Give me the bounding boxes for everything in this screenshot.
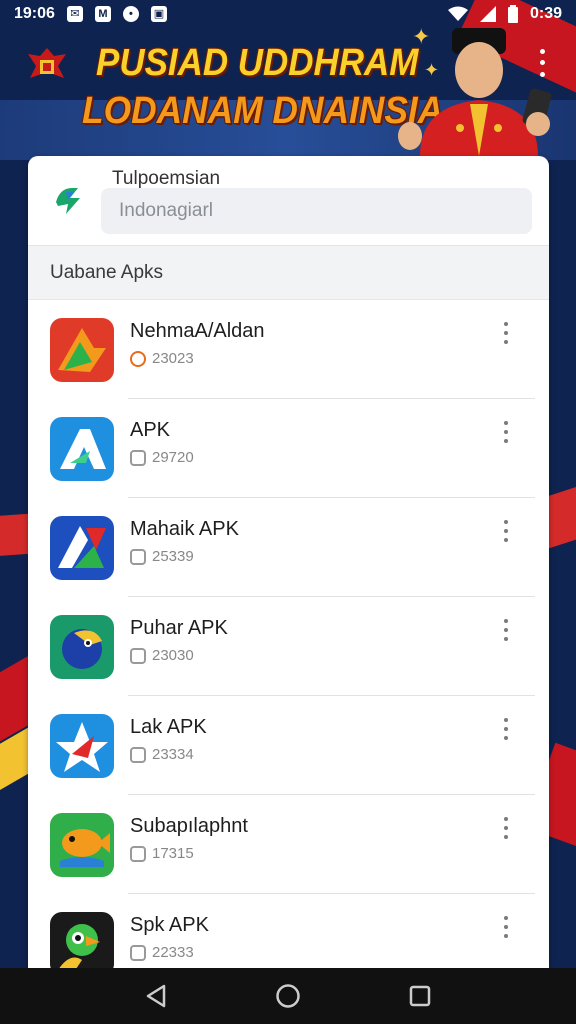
wifi-icon — [447, 6, 468, 21]
download-count-icon — [130, 944, 146, 961]
list-item[interactable]: Lak APK 23334 — [28, 696, 549, 795]
search-label: Tulpoemsian — [112, 168, 221, 189]
list-item[interactable]: Spk APK 22333 — [28, 894, 549, 968]
list-item[interactable]: Subapılaphnt 17315 — [28, 795, 549, 894]
app-meta: 25339 — [130, 548, 194, 565]
app-meta: 23023 — [130, 350, 194, 367]
app-meta-value: 23023 — [152, 350, 194, 367]
app-meta: 29720 — [130, 449, 194, 466]
item-more-button[interactable] — [498, 322, 514, 344]
home-icon — [276, 984, 300, 1008]
item-more-button[interactable] — [498, 619, 514, 641]
item-more-button[interactable] — [498, 520, 514, 542]
app-name: NehmaA/Aldan — [130, 320, 265, 342]
download-count-icon — [130, 746, 146, 763]
app-meta-value: 29720 — [152, 449, 194, 466]
parrot-icon — [50, 912, 114, 968]
section-title: Uabane Apks — [28, 246, 549, 300]
app-meta: 17315 — [130, 845, 194, 862]
chat-icon: • — [122, 6, 139, 22]
garuda-emblem-icon — [28, 48, 66, 78]
app-meta-value: 23334 — [152, 746, 194, 763]
list-item[interactable]: Puhar APK 23030 — [28, 597, 549, 696]
status-right-text: 0:39 — [529, 5, 562, 22]
search-input[interactable] — [101, 188, 532, 234]
app-meta: 23030 — [130, 647, 194, 664]
star-arrow-icon — [50, 714, 114, 778]
signal-icon — [479, 6, 496, 22]
red-orange-arrow-icon — [50, 318, 114, 382]
app-name: APK — [130, 419, 171, 441]
app-name: Spk APK — [130, 914, 209, 936]
list-item[interactable]: APK 29720 — [28, 399, 549, 498]
blue-red-arrow-icon — [50, 516, 114, 580]
status-time: 19:06 — [14, 5, 55, 22]
app-meta-value: 23030 — [152, 647, 194, 664]
recents-button[interactable] — [400, 976, 440, 1016]
app-name: Mahaik APK — [130, 518, 239, 540]
search-area: Tulpoemsian — [28, 156, 549, 246]
m-app-icon: M — [94, 6, 111, 22]
back-button[interactable] — [136, 976, 176, 1016]
app-header: PUSIAD UDDHRAM LODANAM DNAINSIA ✦ ✦ — [0, 24, 576, 156]
blue-arrow-icon — [50, 417, 114, 481]
navigation-bar — [0, 968, 576, 1024]
item-more-button[interactable] — [498, 421, 514, 443]
fish-icon — [50, 813, 114, 877]
gallery-icon: ▣ — [150, 6, 167, 22]
app-meta-value: 17315 — [152, 845, 194, 862]
app-meta-value: 22333 — [152, 944, 194, 961]
back-icon — [146, 984, 166, 1008]
app-list: NehmaA/Aldan 23023 APK 29720 Mahaik APK … — [28, 300, 549, 968]
download-count-icon — [130, 449, 146, 466]
header-title-line1: PUSIAD UDDHRAM — [96, 42, 419, 84]
item-more-button[interactable] — [498, 817, 514, 839]
app-meta: 23334 — [130, 746, 194, 763]
app-name: Puhar APK — [130, 617, 228, 639]
list-item[interactable]: Mahaik APK 25339 — [28, 498, 549, 597]
battery-icon — [507, 5, 518, 23]
app-meta-value: 25339 — [152, 548, 194, 565]
main-card: Tulpoemsian Uabane Apks NehmaA/Aldan 230… — [28, 156, 549, 968]
mail-icon: ✉ — [66, 6, 83, 22]
app-name: Subapılaphnt — [130, 815, 248, 837]
download-count-icon — [130, 548, 146, 565]
recents-icon — [409, 985, 431, 1007]
download-count-icon — [130, 845, 146, 862]
status-bar: 19:06 ✉ M • ▣ 0:39 — [0, 0, 576, 28]
download-count-icon — [130, 647, 146, 664]
item-more-button[interactable] — [498, 916, 514, 938]
home-button[interactable] — [268, 976, 308, 1016]
list-item[interactable]: NehmaA/Aldan 23023 — [28, 300, 549, 399]
download-count-icon — [130, 350, 146, 367]
item-more-button[interactable] — [498, 718, 514, 740]
more-options-button[interactable] — [532, 46, 552, 80]
app-logo-icon — [52, 184, 84, 216]
bird-icon — [50, 615, 114, 679]
app-name: Lak APK — [130, 716, 207, 738]
app-meta: 22333 — [130, 944, 194, 961]
